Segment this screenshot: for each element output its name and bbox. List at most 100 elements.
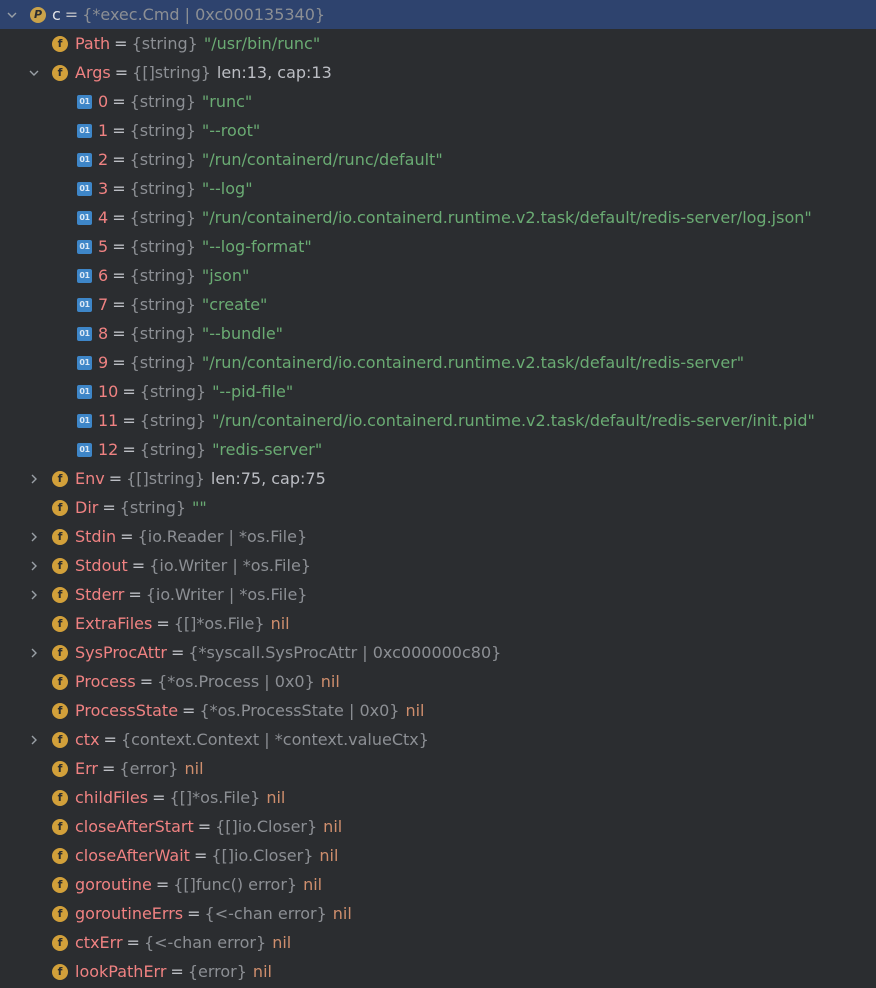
variable-row[interactable]: 01 4 = {string} "/run/containerd/io.containe… (0, 203, 876, 232)
variable-text: Err = {error} nil (75, 759, 204, 778)
variable-row[interactable]: f Stdin = {io.Reader | *os.File} (0, 522, 876, 551)
variable-row[interactable]: f Env = {[]string} len:75, cap:75 (0, 464, 876, 493)
variable-row[interactable]: 01 5 = {string} "--log-format" (0, 232, 876, 261)
variable-row[interactable]: f childFiles = {[]*os.File} nil (0, 783, 876, 812)
variable-text: 10 = {string} "--pid-file" (98, 382, 293, 401)
variable-row[interactable]: 01 12 = {string} "redis-server" (0, 435, 876, 464)
variable-row[interactable]: f Err = {error} nil (0, 754, 876, 783)
array-index-icon: 01 (77, 123, 92, 138)
equals-sign: = (126, 933, 140, 952)
variable-text: goroutineErrs = {<-chan error} nil (75, 904, 352, 923)
variable-text: goroutine = {[]func() error} nil (75, 875, 322, 894)
variable-text: ProcessState = {*os.ProcessState | 0x0} nil (75, 701, 425, 720)
variable-text: 0 = {string} "runc" (98, 92, 252, 111)
variable-type: {string} (129, 150, 196, 169)
parameter-icon: P (30, 6, 46, 23)
variable-row[interactable]: f ProcessState = {*os.ProcessState | 0x0} ni… (0, 696, 876, 725)
variable-name: 7 (98, 295, 109, 314)
variable-row[interactable]: 01 6 = {string} "json" (0, 261, 876, 290)
variable-row[interactable]: 01 9 = {string} "/run/containerd/io.containe… (0, 348, 876, 377)
variable-row[interactable]: f ExtraFiles = {[]*os.File} nil (0, 609, 876, 638)
equals-sign: = (112, 295, 126, 314)
variable-row[interactable]: f goroutine = {[]func() error} nil (0, 870, 876, 899)
variable-name: Path (75, 34, 111, 53)
variable-row[interactable]: f goroutineErrs = {<-chan error} nil (0, 899, 876, 928)
variable-type: {string} (129, 324, 196, 343)
field-icon: f (52, 818, 68, 835)
equals-sign: = (155, 875, 170, 894)
variable-row[interactable]: 01 2 = {string} "/run/containerd/runc/defaul… (0, 145, 876, 174)
variable-row[interactable]: 01 10 = {string} "--pid-file" (0, 377, 876, 406)
equals-sign: = (128, 585, 142, 604)
array-index-icon: 01 (77, 355, 92, 370)
variable-type: {<-chan error} (143, 933, 267, 952)
variable-row[interactable]: 01 8 = {string} "--bundle" (0, 319, 876, 348)
chevron-right-icon[interactable] (27, 472, 41, 486)
variable-row[interactable]: 01 7 = {string} "create" (0, 290, 876, 319)
variable-text: ctx = {context.Context | *context.valueCtx… (75, 730, 429, 749)
chevron-right-icon[interactable] (27, 559, 41, 573)
variable-type: {[]io.Closer} (215, 817, 318, 836)
variable-type: {string} (139, 411, 207, 430)
field-icon: f (52, 760, 68, 777)
variable-row[interactable]: f ctxErr = {<-chan error} nil (0, 928, 876, 957)
equals-sign: = (112, 121, 126, 140)
variable-row[interactable]: 01 0 = {string} "runc" (0, 87, 876, 116)
variable-name: 8 (98, 324, 109, 343)
variable-row[interactable]: f Process = {*os.Process | 0x0} nil (0, 667, 876, 696)
variable-value: "--log-format" (201, 237, 312, 256)
field-icon: f (52, 35, 68, 52)
array-index-icon: 01 (77, 384, 92, 399)
variable-text: 11 = {string} "/run/containerd/io.container… (98, 411, 815, 430)
variable-type: {*os.ProcessState | 0x0} (199, 701, 400, 720)
variable-row[interactable]: f ctx = {context.Context | *context.valueCt… (0, 725, 876, 754)
variable-row[interactable]: f lookPathErr = {error} nil (0, 957, 876, 986)
field-icon: f (52, 847, 68, 864)
variable-row[interactable]: f Args = {[]string} len:13, cap:13 (0, 58, 876, 87)
variable-name: closeAfterStart (75, 817, 194, 836)
variable-type: {io.Writer | *os.File} (149, 556, 311, 575)
field-icon: f (52, 876, 68, 893)
variable-type: {error} (187, 962, 247, 981)
equals-sign: = (193, 846, 208, 865)
variable-text: 12 = {string} "redis-server" (98, 440, 322, 459)
variable-row[interactable]: f Dir = {string} "" (0, 493, 876, 522)
equals-sign: = (112, 266, 126, 285)
array-index-icon: 01 (77, 210, 92, 225)
variable-text: ExtraFiles = {[]*os.File} nil (75, 614, 290, 633)
chevron-down-icon[interactable] (5, 8, 19, 22)
variable-row[interactable]: f Stdout = {io.Writer | *os.File} (0, 551, 876, 580)
chevron-right-icon[interactable] (27, 733, 41, 747)
equals-sign: = (101, 759, 116, 778)
chevron-right-icon[interactable] (27, 588, 41, 602)
variable-name: Env (75, 469, 105, 488)
field-icon: f (52, 615, 68, 632)
variable-row[interactable]: f closeAfterWait = {[]io.Closer} nil (0, 841, 876, 870)
variable-text: Path = {string} "/usr/bin/runc" (75, 34, 320, 53)
variable-type: {error} (119, 759, 179, 778)
equals-sign: = (139, 672, 154, 691)
variable-value: len:13, cap:13 (216, 63, 332, 82)
chevron-down-icon[interactable] (27, 66, 41, 80)
variable-row[interactable]: 01 3 = {string} "--log" (0, 174, 876, 203)
variable-row[interactable]: f Stderr = {io.Writer | *os.File} (0, 580, 876, 609)
variable-row[interactable]: f closeAfterStart = {[]io.Closer} nil (0, 812, 876, 841)
variable-name: goroutine (75, 875, 152, 894)
variable-row[interactable]: f SysProcAttr = {*syscall.SysProcAttr | 0xc… (0, 638, 876, 667)
field-icon: f (52, 731, 68, 748)
field-icon: f (52, 905, 68, 922)
variable-name: 11 (98, 411, 119, 430)
equals-sign: = (120, 527, 134, 546)
variable-row[interactable]: 01 1 = {string} "--root" (0, 116, 876, 145)
field-icon: f (52, 499, 68, 516)
variable-type: {context.Context | *context.valueCtx} (120, 730, 429, 749)
variable-row[interactable]: Pc = {*exec.Cmd | 0xc000135340} (0, 0, 876, 29)
variable-value: "" (192, 498, 207, 517)
variable-row[interactable]: f Path = {string} "/usr/bin/runc" (0, 29, 876, 58)
chevron-right-icon[interactable] (27, 530, 41, 544)
variable-row[interactable]: 01 11 = {string} "/run/containerd/io.contain… (0, 406, 876, 435)
field-icon: f (52, 64, 68, 81)
equals-sign: = (170, 643, 185, 662)
chevron-right-icon[interactable] (27, 646, 41, 660)
equals-sign: = (112, 324, 126, 343)
